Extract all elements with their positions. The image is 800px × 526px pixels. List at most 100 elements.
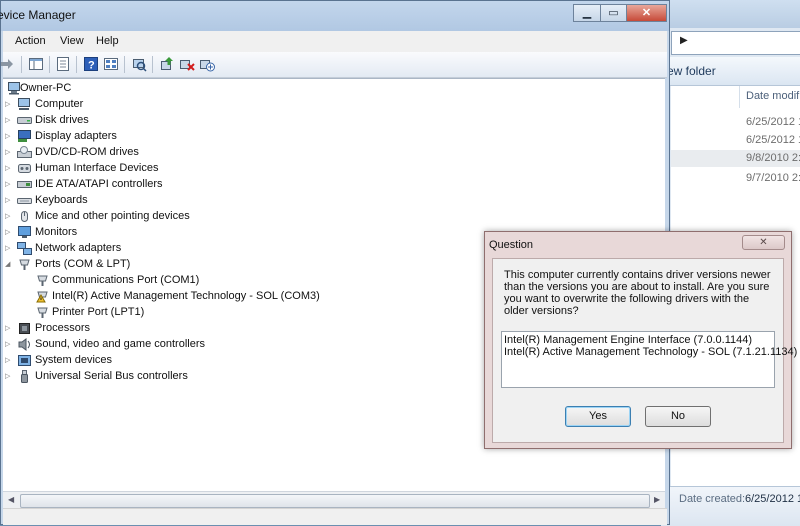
svg-text:?: ? bbox=[88, 60, 95, 72]
tree-category-label: DVD/CD-ROM drives bbox=[35, 146, 139, 158]
view-icon[interactable] bbox=[103, 56, 119, 72]
toolbar-separator bbox=[49, 56, 50, 73]
expand-icon[interactable]: ▷ bbox=[5, 116, 10, 124]
dialog-close-button[interactable]: ✕ bbox=[742, 235, 785, 250]
toolbar-separator bbox=[21, 56, 22, 73]
expand-icon[interactable]: ▷ bbox=[5, 244, 10, 252]
expand-icon[interactable]: ▷ bbox=[5, 340, 10, 348]
tree-category-label: Ports (COM & LPT) bbox=[35, 258, 131, 270]
menu-bar: Action View Help bbox=[3, 31, 667, 53]
minimize-button[interactable]: ▁ bbox=[573, 4, 601, 22]
file-date: 6/25/2012 1: bbox=[746, 134, 800, 146]
tree-category-label: Universal Serial Bus controllers bbox=[35, 370, 188, 382]
tree-device-label: Communications Port (COM1) bbox=[52, 274, 200, 286]
maximize-icon: ▭ bbox=[608, 7, 619, 19]
monitor-icon bbox=[17, 226, 32, 239]
tree-category-label: Mice and other pointing devices bbox=[35, 210, 190, 222]
column-header-label: Date modifi bbox=[746, 90, 800, 102]
hid-icon bbox=[17, 162, 32, 175]
file-date: 9/7/2010 2:4 bbox=[746, 172, 800, 184]
forward-icon[interactable] bbox=[0, 56, 15, 72]
horizontal-scrollbar[interactable]: ◀ ▶ bbox=[3, 491, 665, 509]
expand-icon[interactable]: ▷ bbox=[5, 148, 10, 156]
expand-icon[interactable]: ▷ bbox=[5, 356, 10, 364]
scan-hardware-icon[interactable] bbox=[131, 56, 147, 72]
port-icon bbox=[35, 274, 50, 287]
file-date: 9/8/2010 2:1 bbox=[746, 152, 800, 164]
sound-icon bbox=[17, 338, 32, 351]
menu-help[interactable]: Help bbox=[96, 35, 119, 47]
keyboard-icon bbox=[17, 194, 32, 207]
tree-category-label: Disk drives bbox=[35, 114, 89, 126]
chevron-right-icon[interactable]: ▶ bbox=[680, 35, 688, 46]
scrollbar-thumb[interactable] bbox=[20, 494, 650, 508]
no-button[interactable]: No bbox=[645, 406, 711, 427]
warning-icon bbox=[35, 290, 50, 303]
explorer-titlebar bbox=[661, 0, 800, 28]
tree-category-label: Network adapters bbox=[35, 242, 122, 254]
file-row[interactable]: 6/25/2012 1: bbox=[671, 114, 800, 131]
close-icon: ✕ bbox=[759, 237, 768, 248]
driver-list-item[interactable]: Intel(R) Active Management Technology - … bbox=[504, 346, 797, 358]
console-tree-icon[interactable] bbox=[28, 56, 44, 72]
tree-device-label: Printer Port (LPT1) bbox=[52, 306, 145, 318]
disable-icon[interactable] bbox=[199, 56, 215, 72]
menu-action[interactable]: Action bbox=[15, 35, 46, 47]
tree-device-label: Intel(R) Active Management Technology - … bbox=[52, 290, 320, 302]
toolbar: ? bbox=[0, 52, 667, 78]
expand-icon[interactable]: ▷ bbox=[5, 228, 10, 236]
yes-button[interactable]: Yes bbox=[565, 406, 631, 427]
network-adapter-icon bbox=[17, 242, 32, 255]
expand-icon[interactable]: ▷ bbox=[5, 196, 10, 204]
tree-category-label: Sound, video and game controllers bbox=[35, 338, 205, 350]
scroll-right-icon[interactable]: ▶ bbox=[654, 495, 660, 504]
dialog-message: This computer currently contains driver … bbox=[504, 269, 771, 317]
tree-category-label: Keyboards bbox=[35, 194, 88, 206]
expand-icon[interactable]: ▷ bbox=[5, 372, 10, 380]
file-row[interactable]: 6/25/2012 1: bbox=[671, 132, 800, 149]
file-row[interactable]: 9/7/2010 2:4 bbox=[671, 170, 800, 187]
tree-category-label: Display adapters bbox=[35, 130, 117, 142]
minimize-icon: ▁ bbox=[582, 7, 592, 19]
new-folder-button[interactable]: ew folder bbox=[667, 64, 716, 78]
question-dialog: Question ✕ This computer currently conta… bbox=[484, 231, 797, 449]
collapse-icon[interactable]: ◢ bbox=[5, 260, 10, 268]
tree-category-label: System devices bbox=[35, 354, 113, 366]
expand-icon[interactable]: ▷ bbox=[5, 132, 10, 140]
maximize-button[interactable]: ▭ bbox=[600, 4, 627, 22]
window-title: evice Manager bbox=[0, 8, 76, 22]
toolbar-separator bbox=[76, 56, 77, 73]
details-label: Date created: bbox=[679, 493, 746, 505]
expand-icon[interactable]: ▷ bbox=[5, 100, 10, 108]
expand-icon[interactable]: ▷ bbox=[5, 212, 10, 220]
help-icon[interactable]: ? bbox=[83, 56, 99, 72]
file-row[interactable]: 9/8/2010 2:1 bbox=[671, 150, 800, 167]
expand-icon[interactable]: ▷ bbox=[5, 180, 10, 188]
titlebar[interactable]: evice Manager ▁ ▭ ✕ bbox=[0, 1, 669, 31]
processor-icon bbox=[17, 322, 32, 335]
scroll-left-icon[interactable]: ◀ bbox=[8, 495, 14, 504]
close-button[interactable]: ✕ bbox=[626, 4, 667, 22]
explorer-details-pane: Date created: 6/25/2012 1: bbox=[661, 486, 800, 526]
update-driver-icon[interactable] bbox=[159, 56, 175, 72]
display-adapter-icon bbox=[17, 130, 32, 143]
column-header-date-modified[interactable]: Date modifi bbox=[739, 86, 800, 108]
uninstall-icon[interactable] bbox=[179, 56, 195, 72]
system-device-icon bbox=[17, 354, 32, 367]
close-icon: ✕ bbox=[641, 7, 652, 19]
tree-category-label: Human Interface Devices bbox=[35, 162, 159, 174]
properties-sheet-icon[interactable] bbox=[55, 56, 71, 72]
explorer-address-bar[interactable]: ▶ bbox=[671, 31, 800, 55]
driver-list[interactable]: Intel(R) Management Engine Interface (7.… bbox=[501, 331, 797, 388]
port-icon bbox=[17, 258, 32, 271]
toolbar-separator bbox=[152, 56, 153, 73]
expand-icon[interactable]: ▷ bbox=[5, 164, 10, 172]
port-icon bbox=[35, 306, 50, 319]
driver-list-item[interactable]: Intel(R) Management Engine Interface (7.… bbox=[504, 334, 752, 346]
menu-view[interactable]: View bbox=[60, 35, 84, 47]
dialog-title: Question bbox=[489, 239, 534, 251]
tree-category-label: Computer bbox=[35, 98, 84, 110]
tree-category-label: IDE ATA/ATAPI controllers bbox=[35, 178, 163, 190]
mouse-icon bbox=[17, 210, 32, 223]
expand-icon[interactable]: ▷ bbox=[5, 324, 10, 332]
